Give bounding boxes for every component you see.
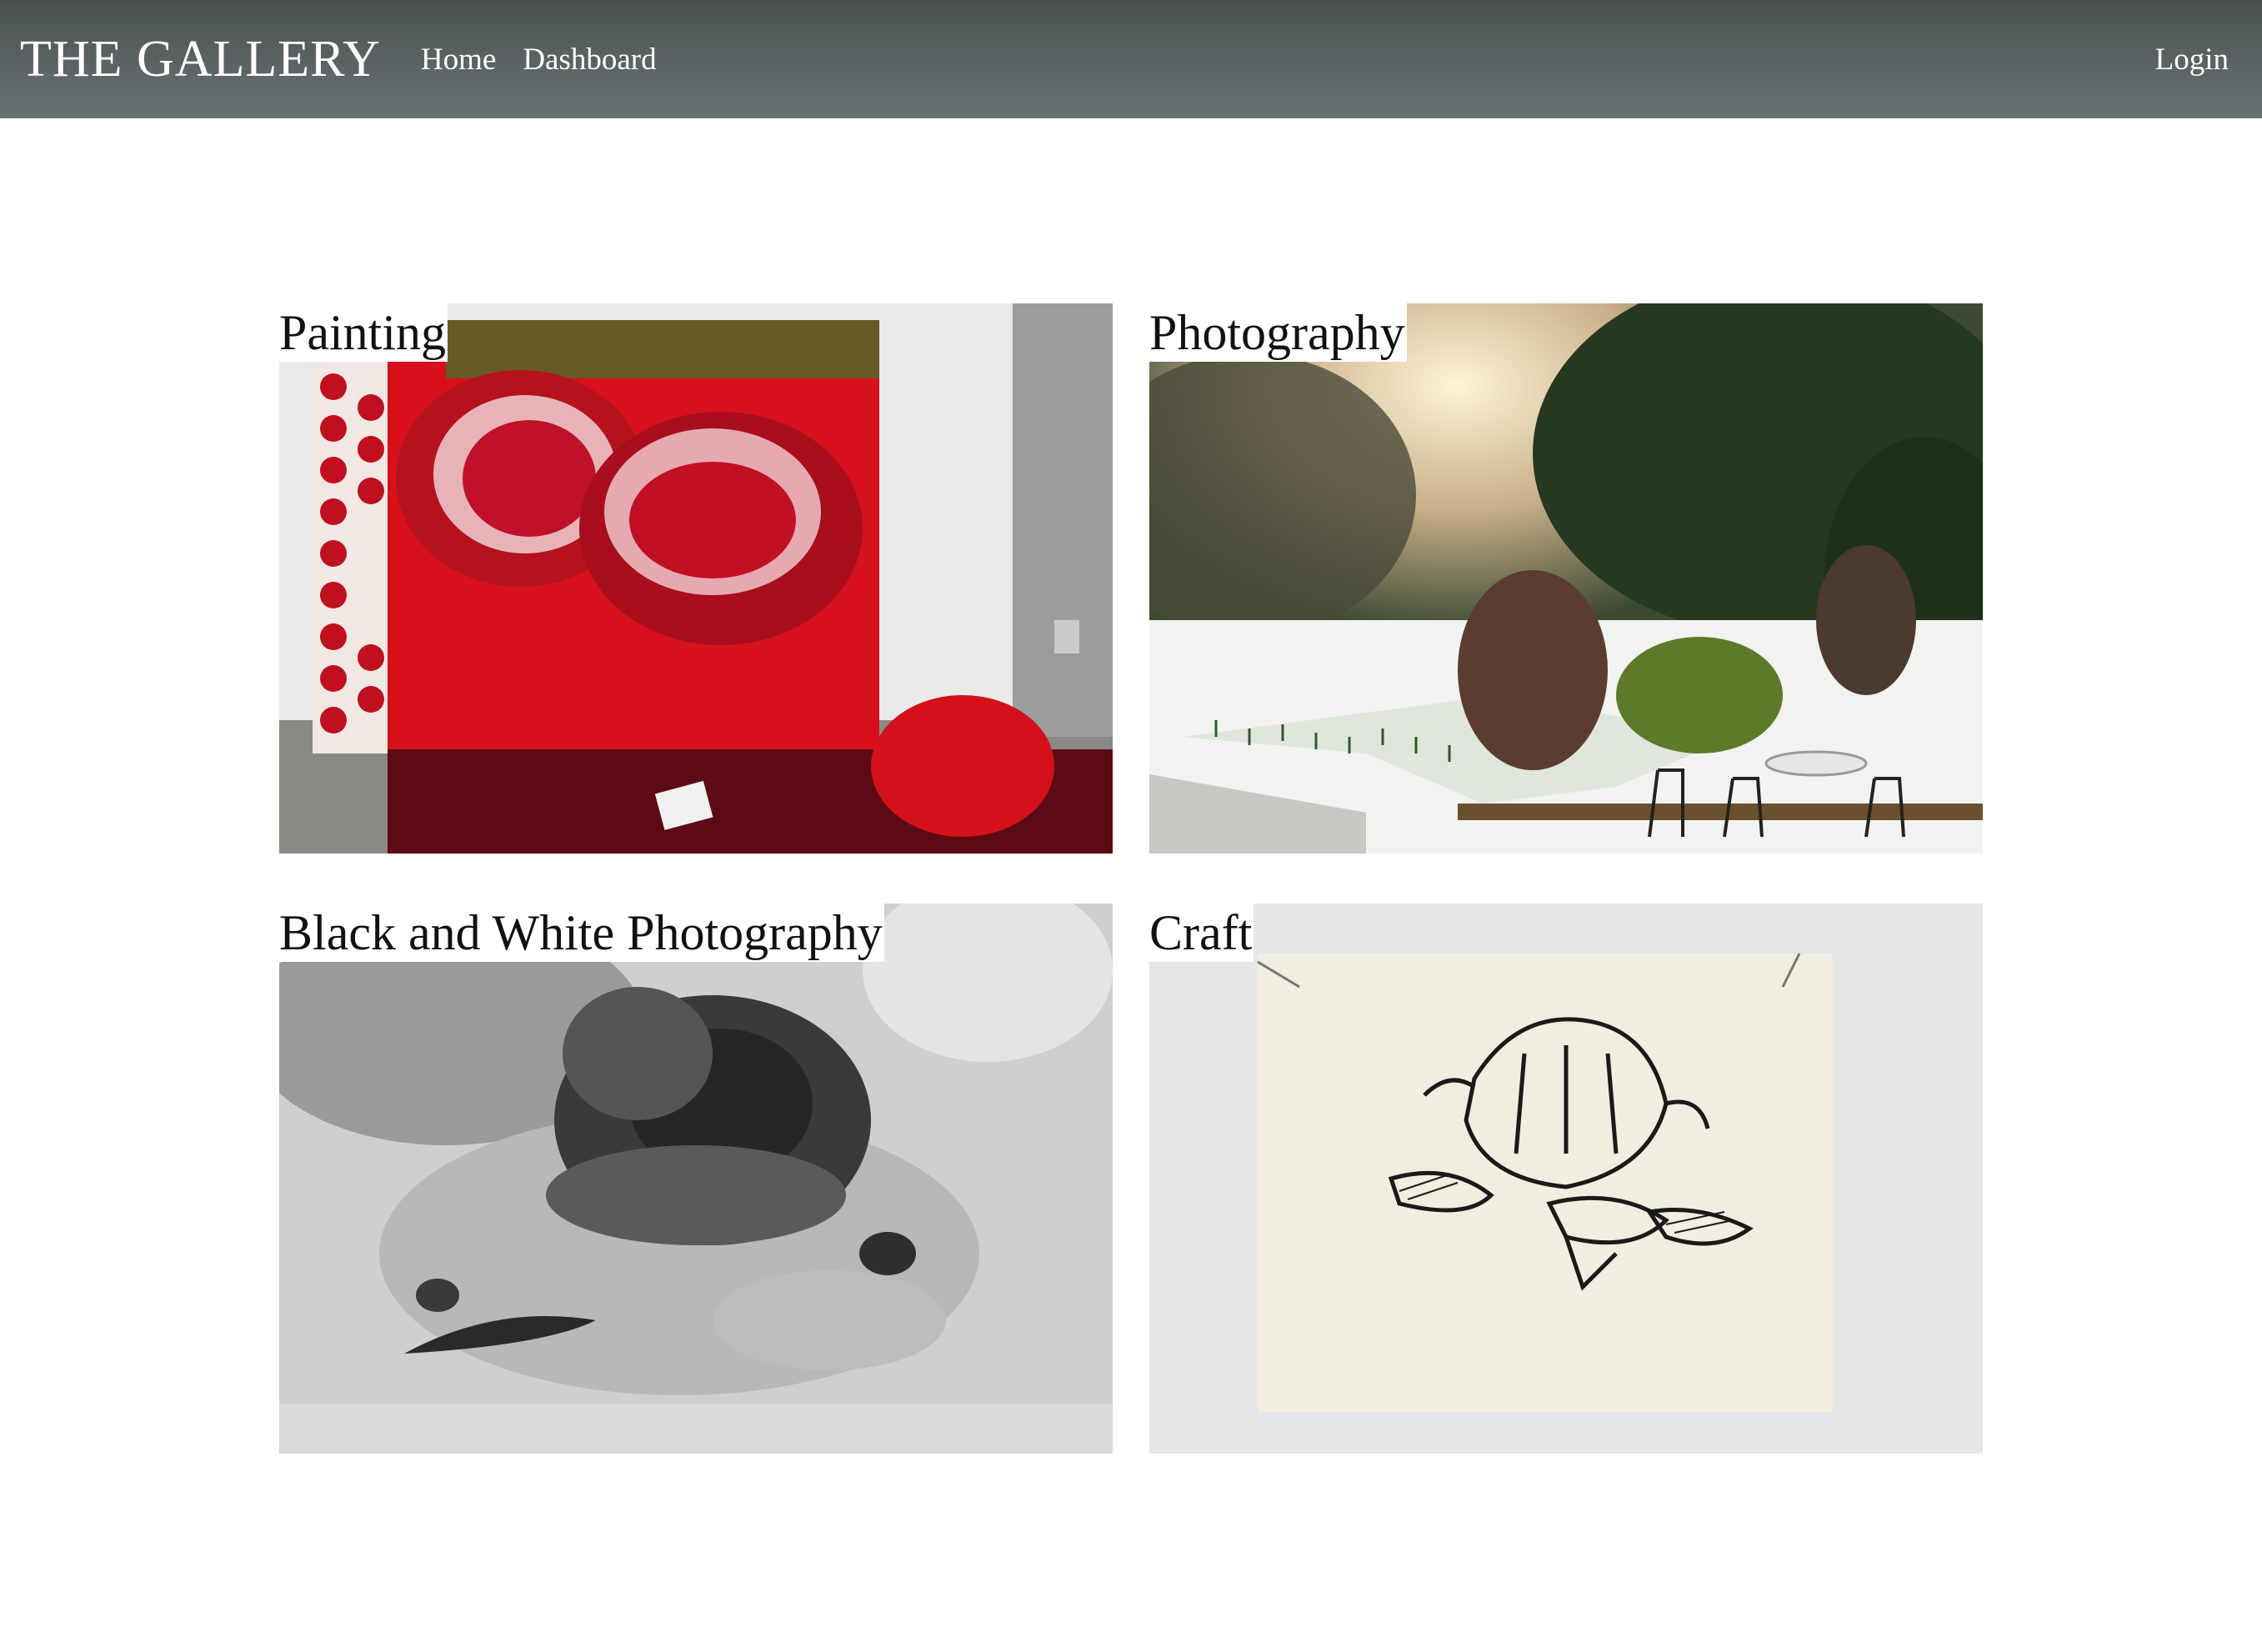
- gallery-card-photography[interactable]: Photography: [1149, 303, 1983, 854]
- photography-image: [1149, 303, 1983, 854]
- gallery-card-craft[interactable]: Craft: [1149, 904, 1983, 1454]
- gallery-card-painting[interactable]: Painting: [279, 303, 1113, 854]
- top-navbar: THE GALLERY Home Dashboard Login: [0, 0, 2262, 118]
- brand-logo[interactable]: THE GALLERY: [20, 33, 381, 85]
- nav-link-dashboard[interactable]: Dashboard: [523, 44, 656, 75]
- card-title-craft: Craft: [1149, 904, 1254, 962]
- nav-link-home[interactable]: Home: [421, 44, 496, 75]
- craft-image: [1149, 904, 1983, 1454]
- gallery-card-bw-photography[interactable]: Black and White Photography: [279, 904, 1113, 1454]
- card-title-photography: Photography: [1149, 303, 1407, 362]
- card-title-bw-photography: Black and White Photography: [279, 904, 884, 962]
- painting-image: [279, 303, 1113, 854]
- card-title-painting: Painting: [279, 303, 448, 362]
- login-link[interactable]: Login: [2155, 44, 2229, 75]
- gallery-grid: Painting Photography Black and White Pho…: [279, 303, 1983, 1454]
- bw-photography-image: [279, 904, 1113, 1454]
